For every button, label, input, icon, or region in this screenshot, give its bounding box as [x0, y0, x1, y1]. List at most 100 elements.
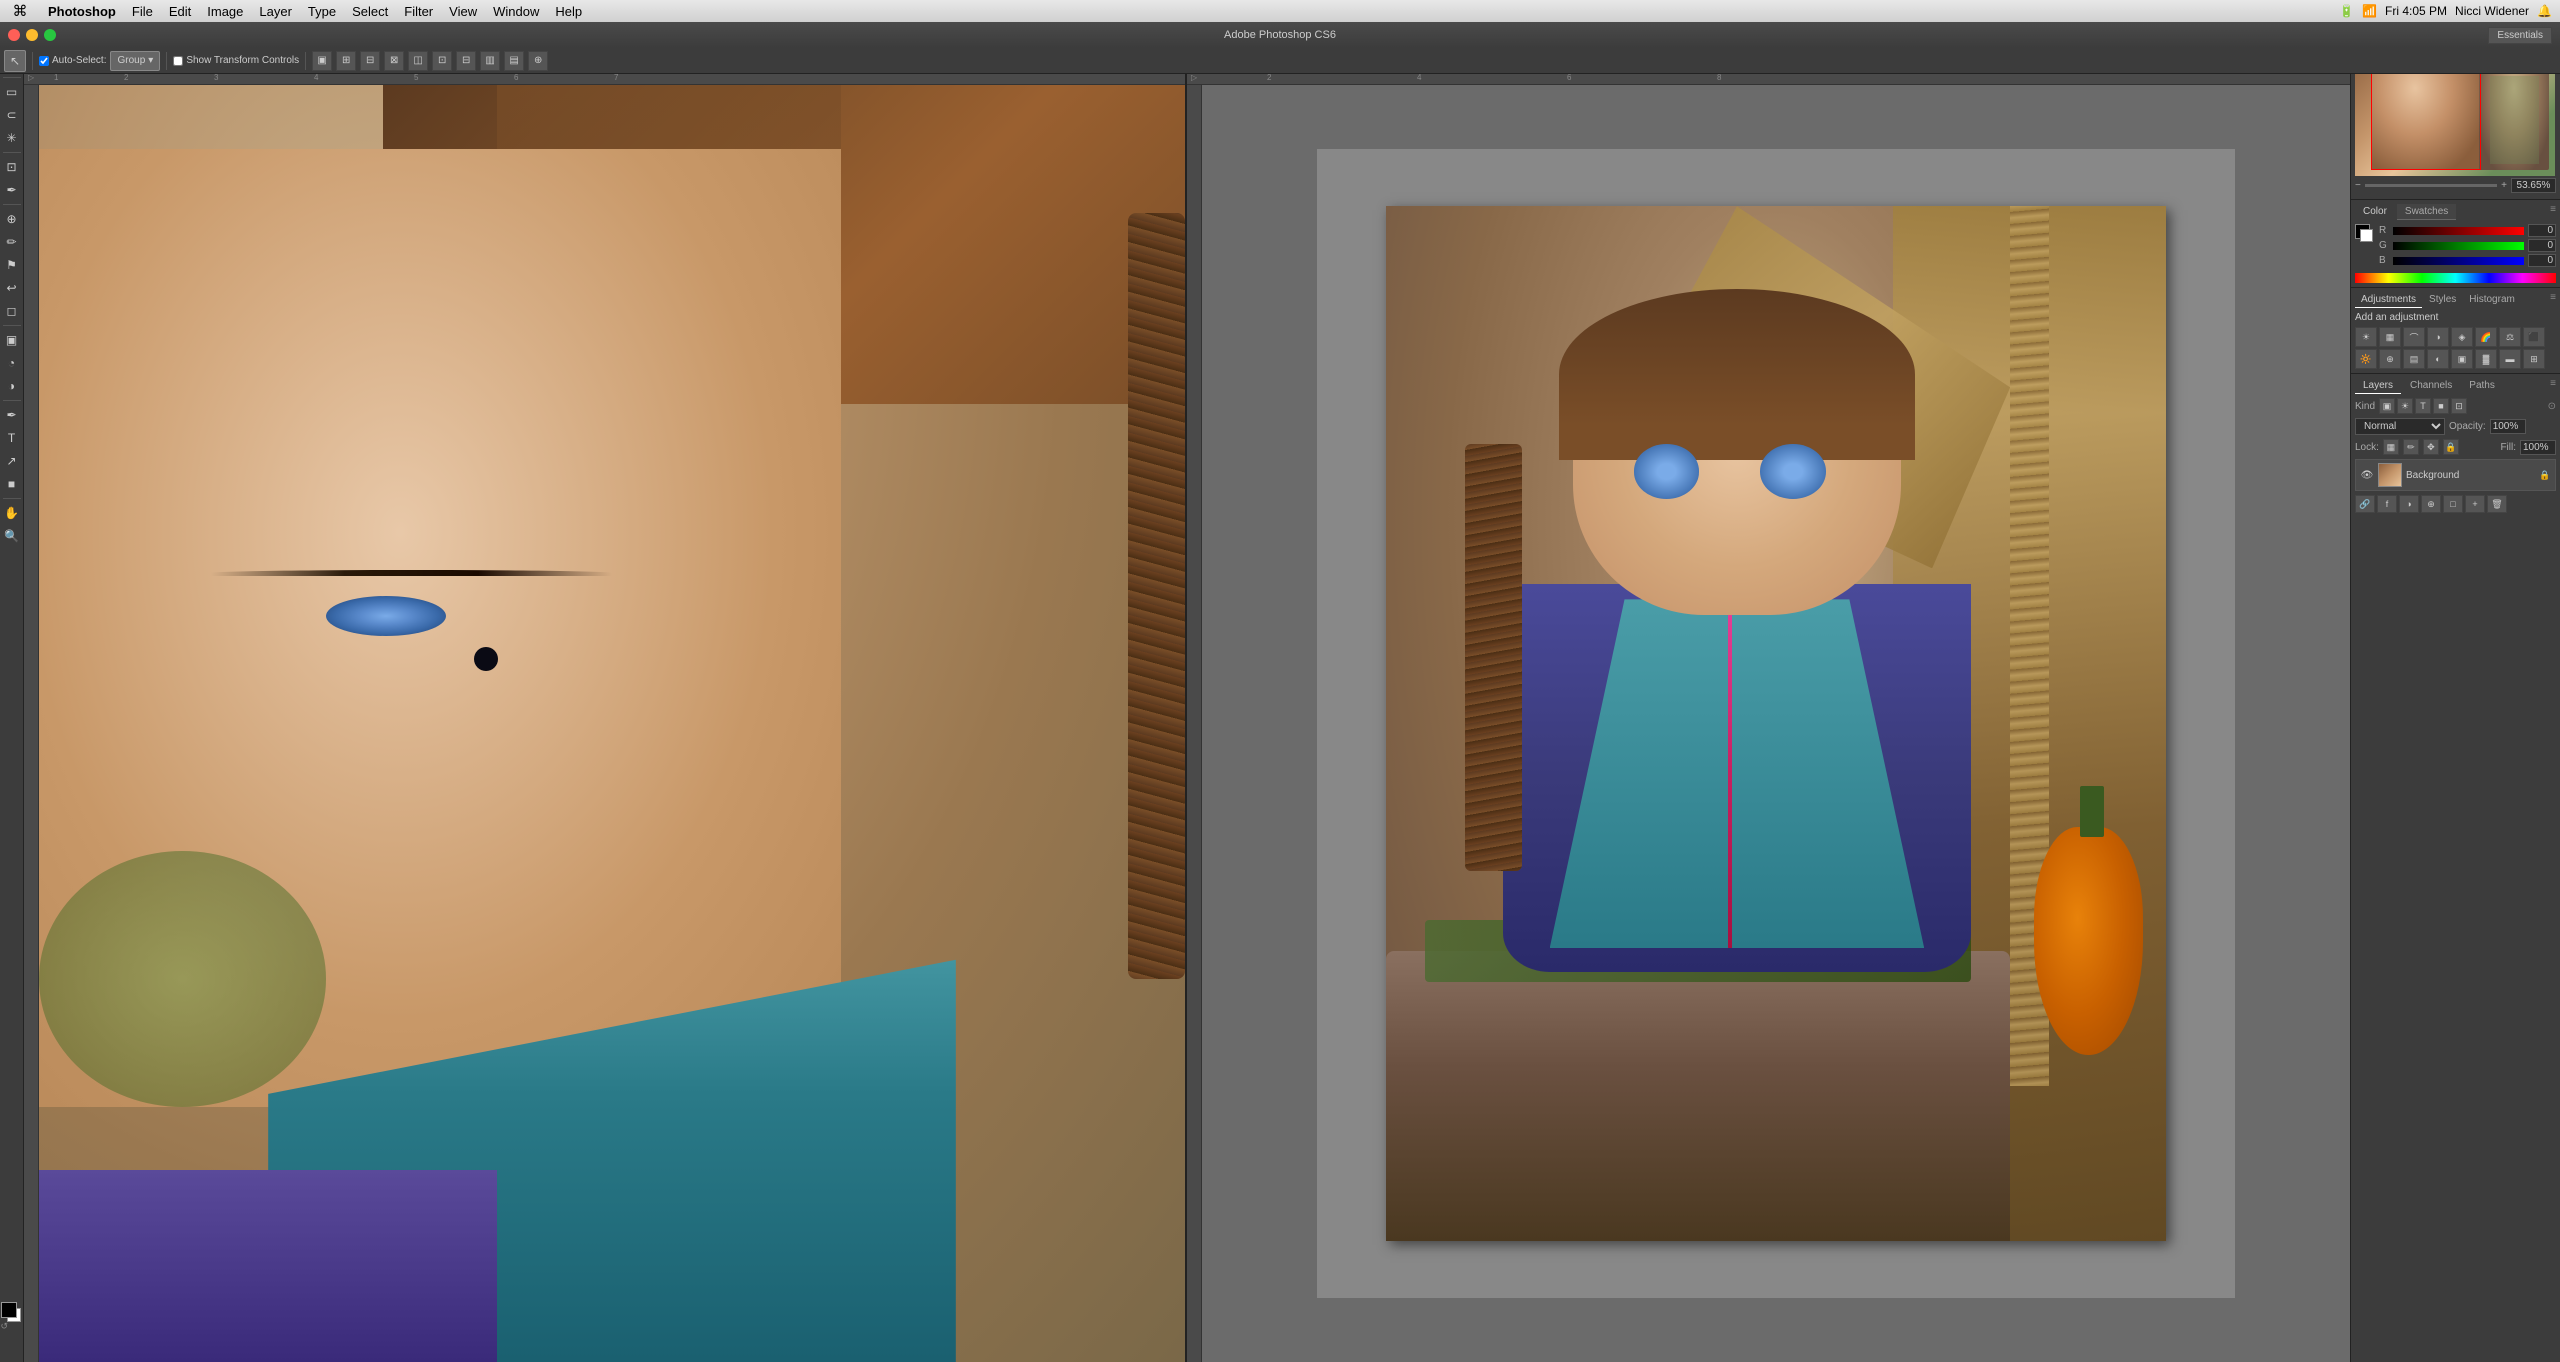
blue-value[interactable] — [2528, 254, 2556, 267]
tab-channels[interactable]: Channels — [2402, 378, 2460, 394]
crop-tool[interactable]: ⊡ — [1, 156, 23, 178]
clone-stamp-tool[interactable]: ⚑ — [1, 254, 23, 276]
arrange-btn-9[interactable]: ▤ — [504, 51, 524, 71]
move-tool-icon[interactable]: ↖ — [4, 50, 26, 72]
zoom-input[interactable] — [2511, 178, 2556, 193]
menu-view[interactable]: View — [441, 0, 485, 22]
adj-gradientmap[interactable]: ▬ — [2499, 349, 2521, 369]
tab-adjustments[interactable]: Adjustments — [2355, 292, 2422, 308]
layers-menu-icon[interactable]: ≡ — [2550, 378, 2556, 394]
adj-posterize[interactable]: ▣ — [2451, 349, 2473, 369]
arrange-btn-10[interactable]: ⊕ — [528, 51, 548, 71]
adj-photo-filter[interactable]: 🔆 — [2355, 349, 2377, 369]
eraser-tool[interactable]: ◻ — [1, 300, 23, 322]
menu-select[interactable]: Select — [344, 0, 396, 22]
brush-tool[interactable]: ✏ — [1, 231, 23, 253]
arrange-btn-5[interactable]: ◫ — [408, 51, 428, 71]
adj-threshold[interactable]: ▓ — [2475, 349, 2497, 369]
arrange-btn-6[interactable]: ⊡ — [432, 51, 452, 71]
fill-input[interactable] — [2520, 440, 2556, 455]
tab-paths[interactable]: Paths — [2461, 378, 2503, 394]
blend-mode-select[interactable]: Normal Multiply Screen — [2355, 418, 2445, 435]
menu-help[interactable]: Help — [547, 0, 590, 22]
gradient-tool[interactable]: ▣ — [1, 329, 23, 351]
adj-channel-mixer[interactable]: ⊕ — [2379, 349, 2401, 369]
layer-link-btn[interactable]: 🔗 — [2355, 495, 2375, 513]
filter-smart-icon[interactable]: ⊡ — [2451, 398, 2467, 414]
color-tab-color[interactable]: Color — [2355, 204, 2395, 220]
filter-pixel-icon[interactable]: ▣ — [2379, 398, 2395, 414]
color-spectrum-bar[interactable] — [2355, 273, 2556, 283]
layer-style-btn[interactable]: f — [2377, 495, 2397, 513]
lock-position-btn[interactable]: ✥ — [2423, 439, 2439, 455]
layer-visibility-icon[interactable]: 👁 — [2360, 468, 2374, 482]
arrange-btn-2[interactable]: ⊞ — [336, 51, 356, 71]
tab-layers[interactable]: Layers — [2355, 378, 2401, 394]
pen-tool[interactable]: ✒ — [1, 404, 23, 426]
shape-tool[interactable]: ■ — [1, 473, 23, 495]
red-value[interactable] — [2528, 224, 2556, 237]
adj-levels[interactable]: ▦ — [2379, 327, 2401, 347]
layer-new-btn[interactable]: + — [2465, 495, 2485, 513]
hand-tool[interactable]: ✋ — [1, 502, 23, 524]
show-transform-checkbox[interactable]: Show Transform Controls — [173, 55, 299, 66]
magic-wand-tool[interactable]: ✳ — [1, 127, 23, 149]
path-selection-tool[interactable]: ↗ — [1, 450, 23, 472]
lasso-tool[interactable]: ⊂ — [1, 104, 23, 126]
foreground-color[interactable] — [1, 1302, 17, 1318]
adj-brightness[interactable]: ☀ — [2355, 327, 2377, 347]
adjustments-menu-icon[interactable]: ≡ — [2550, 292, 2556, 308]
zoom-slider[interactable] — [2365, 184, 2497, 187]
arrange-btn-8[interactable]: ▥ — [480, 51, 500, 71]
layer-group-btn[interactable]: □ — [2443, 495, 2463, 513]
zoom-in-icon[interactable]: + — [2501, 180, 2507, 191]
menu-edit[interactable]: Edit — [161, 0, 199, 22]
adj-curves[interactable]: ⌒ — [2403, 327, 2425, 347]
menu-filter[interactable]: Filter — [396, 0, 441, 22]
menu-type[interactable]: Type — [300, 0, 344, 22]
dodge-tool[interactable]: ◑ — [1, 375, 23, 397]
layer-filter-toggle[interactable]: ⊙ — [2548, 401, 2556, 412]
tab-styles[interactable]: Styles — [2423, 292, 2462, 308]
menu-layer[interactable]: Layer — [251, 0, 300, 22]
history-brush-tool[interactable]: ↩ — [1, 277, 23, 299]
canvas-left[interactable] — [39, 85, 1185, 1362]
adj-invert[interactable]: ◐ — [2427, 349, 2449, 369]
window-maximize-button[interactable] — [44, 29, 56, 41]
green-value[interactable] — [2528, 239, 2556, 252]
healing-brush-tool[interactable]: ⊕ — [1, 208, 23, 230]
adj-selectivecolor[interactable]: ⊞ — [2523, 349, 2545, 369]
color-panel-menu[interactable]: ≡ — [2550, 204, 2556, 220]
red-slider[interactable] — [2393, 227, 2524, 235]
type-tool[interactable]: T — [1, 427, 23, 449]
menu-window[interactable]: Window — [485, 0, 547, 22]
selection-tool[interactable]: ▭ — [1, 81, 23, 103]
arrange-btn-1[interactable]: ▣ — [312, 51, 332, 71]
blur-tool[interactable]: ◔ — [1, 352, 23, 374]
color-tab-swatches[interactable]: Swatches — [2397, 204, 2456, 220]
lock-all-btn[interactable]: 🔒 — [2443, 439, 2459, 455]
bg-color-swatch[interactable] — [2360, 229, 2373, 242]
adj-colorbalance[interactable]: ⚖ — [2499, 327, 2521, 347]
filter-adjustment-icon[interactable]: ☀ — [2397, 398, 2413, 414]
blue-slider[interactable] — [2393, 257, 2524, 265]
layer-adjustment-btn[interactable]: ⊕ — [2421, 495, 2441, 513]
adj-exposure[interactable]: ◑ — [2427, 327, 2449, 347]
filter-type-icon[interactable]: T — [2415, 398, 2431, 414]
arrange-btn-3[interactable]: ⊟ — [360, 51, 380, 71]
adj-hsl[interactable]: 🌈 — [2475, 327, 2497, 347]
arrange-btn-7[interactable]: ⊟ — [456, 51, 476, 71]
auto-select-checkbox[interactable]: Auto-Select: — [39, 55, 106, 66]
adj-vibrance[interactable]: ◈ — [2451, 327, 2473, 347]
zoom-tool[interactable]: 🔍 — [1, 525, 23, 547]
arrange-btn-4[interactable]: ⊠ — [384, 51, 404, 71]
filter-shape-icon[interactable]: ■ — [2433, 398, 2449, 414]
layer-background[interactable]: 👁 Background 🔒 — [2355, 459, 2556, 491]
adj-colorlookup[interactable]: ▤ — [2403, 349, 2425, 369]
reset-colors-icon[interactable]: ↺ — [1, 1321, 9, 1332]
menu-file[interactable]: File — [124, 0, 161, 22]
layer-mask-btn[interactable]: ◑ — [2399, 495, 2419, 513]
layer-delete-btn[interactable]: 🗑 — [2487, 495, 2507, 513]
green-slider[interactable] — [2393, 242, 2524, 250]
essentials-button[interactable]: Essentials — [2488, 27, 2552, 44]
